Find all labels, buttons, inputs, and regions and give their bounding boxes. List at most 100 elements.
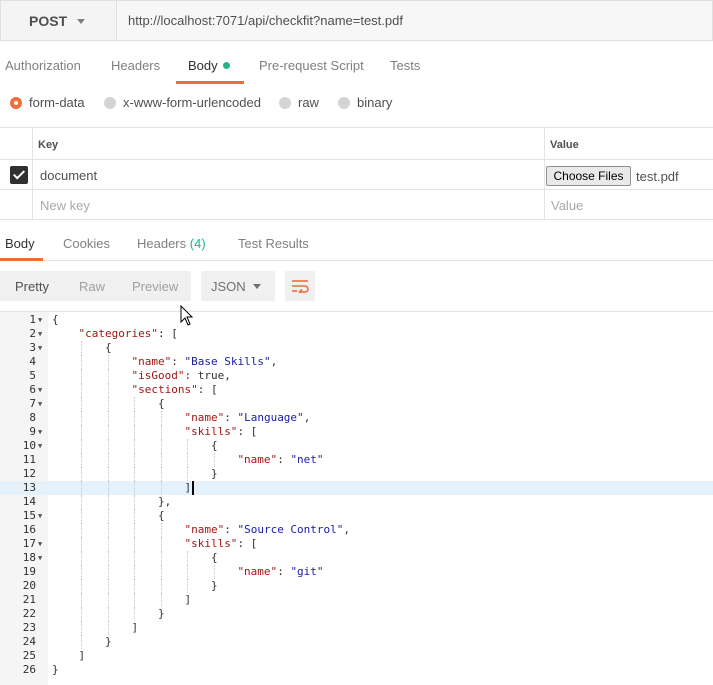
line-number: 3 — [29, 341, 36, 354]
code-line: 18 ▼ { — [0, 551, 713, 565]
format-label: JSON — [211, 279, 246, 294]
code-text: } — [52, 663, 59, 676]
indent-guide — [81, 383, 83, 397]
fold-arrow-icon[interactable]: ▼ — [38, 537, 42, 551]
indent-guide — [81, 467, 83, 481]
preview-button[interactable]: Preview — [132, 279, 178, 294]
indent-guide — [160, 439, 162, 453]
code-text: ] — [52, 649, 86, 662]
fold-arrow-icon[interactable]: ▼ — [38, 551, 42, 565]
code-line: 10 ▼ { — [0, 439, 713, 453]
fold-arrow-icon[interactable]: ▼ — [38, 439, 42, 453]
code-line: 24 } — [0, 635, 713, 649]
tab-test-results[interactable]: Test Results — [238, 236, 309, 251]
new-key-input[interactable]: New key — [40, 198, 90, 213]
code-line: 11 "name": "net" — [0, 453, 713, 467]
fold-arrow-icon[interactable]: ▼ — [38, 341, 42, 355]
new-value-input[interactable]: Value — [551, 198, 583, 213]
radio-raw[interactable]: raw — [279, 95, 319, 110]
radio-form-data[interactable]: form-data — [10, 95, 85, 110]
indent-guide — [134, 481, 136, 495]
code-line: 13 ] — [0, 481, 713, 495]
fold-arrow-icon[interactable]: ▼ — [38, 509, 42, 523]
indent-guide — [81, 551, 83, 565]
active-tab-indicator — [0, 258, 43, 261]
indent-guide — [81, 439, 83, 453]
indent-guide — [160, 551, 162, 565]
tab-body[interactable]: Body — [188, 58, 230, 73]
indent-guide — [81, 495, 83, 509]
indent-guide — [134, 579, 136, 593]
indent-guide — [160, 579, 162, 593]
raw-button[interactable]: Raw — [79, 279, 105, 294]
tab-pre-request-script[interactable]: Pre-request Script — [259, 58, 364, 73]
indent-guide — [107, 355, 109, 369]
indent-guide — [187, 439, 189, 453]
fold-arrow-icon[interactable]: ▼ — [38, 327, 42, 341]
line-number: 20 — [22, 579, 36, 592]
code-line: 17 ▼ "skills": [ — [0, 537, 713, 551]
tab-headers[interactable]: Headers — [111, 58, 160, 73]
tab-cookies[interactable]: Cookies — [63, 236, 110, 251]
indent-guide — [107, 593, 109, 607]
code-text: "name": "Source Control", — [184, 523, 351, 536]
wrap-lines-button[interactable] — [285, 271, 315, 301]
line-number: 13 — [22, 481, 36, 494]
url-input[interactable]: http://localhost:7071/api/checkfit?name=… — [116, 0, 713, 41]
line-number: 9 — [29, 425, 36, 438]
tab-response-headers[interactable]: Headers (4) — [137, 236, 206, 251]
indent-guide — [134, 439, 136, 453]
indent-guide — [107, 369, 109, 383]
radio-x-www-form-urlencoded[interactable]: x-www-form-urlencoded — [104, 95, 261, 110]
method-label: POST — [29, 12, 68, 29]
indent-guide — [107, 607, 109, 621]
response-editor[interactable]: 1 ▼{2 ▼ "categories": [3 ▼ {4 "name": "Base… — [0, 311, 713, 685]
code-text: "name": "Base Skills", — [131, 355, 278, 368]
checkbox-checked-icon[interactable] — [10, 166, 28, 184]
tab-response-body[interactable]: Body — [5, 236, 35, 251]
code-line: 15 ▼ { — [0, 509, 713, 523]
pretty-button[interactable]: Pretty — [15, 279, 49, 294]
fold-arrow-icon[interactable]: ▼ — [38, 425, 42, 439]
indent-guide — [134, 397, 136, 411]
table-row-new — [0, 190, 713, 220]
method-select[interactable]: POST — [0, 0, 116, 41]
tab-tests[interactable]: Tests — [390, 58, 420, 73]
fold-arrow-icon[interactable]: ▼ — [38, 313, 42, 327]
response-toolbar: Pretty Raw Preview JSON — [0, 271, 713, 302]
status-dot-icon — [222, 62, 230, 69]
column-divider — [32, 128, 33, 220]
code-line: 6 ▼ "sections": [ — [0, 383, 713, 397]
indent-guide — [107, 383, 109, 397]
indent-guide — [107, 453, 109, 467]
indent-guide — [160, 425, 162, 439]
format-select[interactable]: JSON — [201, 271, 275, 301]
headers-count-badge: (4) — [189, 236, 206, 251]
code-line: 1 ▼ { — [0, 313, 713, 327]
indent-guide — [107, 495, 109, 509]
tab-authorization[interactable]: Authorization — [5, 58, 81, 73]
indent-guide — [107, 551, 109, 565]
indent-guide — [134, 467, 136, 481]
indent-guide — [81, 425, 83, 439]
line-number: 18 — [22, 551, 36, 564]
indent-guide — [81, 579, 83, 593]
indent-guide — [107, 537, 109, 551]
indent-guide — [134, 425, 136, 439]
fold-arrow-icon[interactable]: ▼ — [38, 397, 42, 411]
fold-arrow-icon[interactable]: ▼ — [38, 383, 42, 397]
indent-guide — [81, 635, 83, 649]
indent-guide — [160, 523, 162, 537]
indent-guide — [134, 537, 136, 551]
indent-guide — [160, 411, 162, 425]
choose-files-button[interactable]: Choose Files — [546, 166, 631, 186]
indent-guide — [134, 509, 136, 523]
line-number: 21 — [22, 593, 36, 606]
indent-guide — [81, 453, 83, 467]
radio-binary[interactable]: binary — [338, 95, 392, 110]
radio-label: binary — [357, 95, 393, 110]
code-text: "name": "Language", — [184, 411, 311, 424]
key-field[interactable]: document — [40, 168, 97, 183]
code-line: 16 "name": "Source Control", — [0, 523, 713, 537]
code-line: 9 ▼ "skills": [ — [0, 425, 713, 439]
